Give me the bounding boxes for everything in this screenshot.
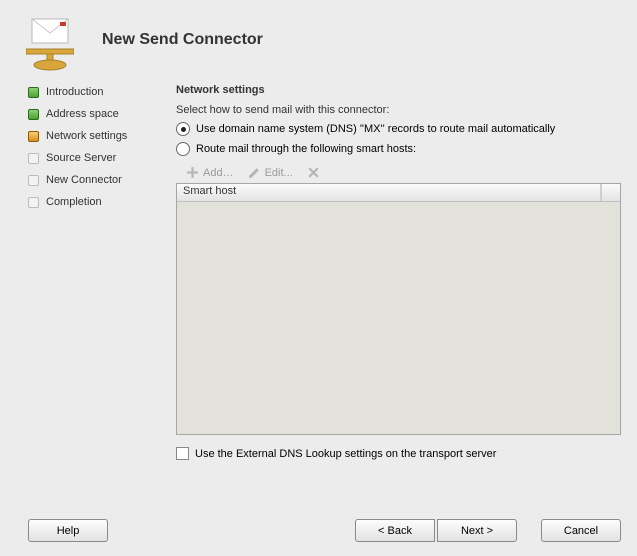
smart-host-list[interactable]: Smart host (176, 183, 621, 435)
checkbox-icon (176, 447, 189, 460)
sidebar-item-label: New Connector (46, 174, 122, 186)
step-indicator-done-icon (28, 109, 39, 120)
sidebar-item-address-space[interactable]: Address space (28, 108, 176, 120)
wizard-footer: Help < Back Next > Cancel (0, 519, 637, 542)
list-header: Smart host (177, 184, 620, 202)
step-indicator-done-icon (28, 87, 39, 98)
checkbox-label: Use the External DNS Lookup settings on … (195, 448, 496, 460)
back-button[interactable]: < Back (355, 519, 435, 542)
wizard-header: New Send Connector (0, 0, 637, 80)
step-indicator-active-icon (28, 131, 39, 142)
sidebar-item-label: Source Server (46, 152, 116, 164)
sidebar-item-new-connector[interactable]: New Connector (28, 174, 176, 186)
x-icon (307, 166, 320, 179)
step-indicator-todo-icon (28, 175, 39, 186)
radio-icon (176, 122, 190, 136)
wizard-body: Introduction Address space Network setti… (0, 80, 637, 494)
radio-label: Use domain name system (DNS) ''MX'' reco… (196, 123, 555, 135)
external-dns-checkbox[interactable]: Use the External DNS Lookup settings on … (176, 447, 621, 460)
sidebar-item-label: Address space (46, 108, 119, 120)
smart-host-toolbar: Add… Edit... (176, 162, 621, 183)
wizard-window: New Send Connector Introduction Address … (0, 0, 637, 556)
toolbar-label: Edit... (265, 167, 293, 179)
sidebar-item-completion[interactable]: Completion (28, 196, 176, 208)
step-sidebar: Introduction Address space Network setti… (28, 80, 176, 494)
step-indicator-todo-icon (28, 153, 39, 164)
step-indicator-todo-icon (28, 197, 39, 208)
next-button[interactable]: Next > (437, 519, 517, 542)
edit-button[interactable]: Edit... (248, 166, 293, 179)
radio-icon (176, 142, 190, 156)
content-title: Network settings (176, 84, 621, 96)
sidebar-item-source-server[interactable]: Source Server (28, 152, 176, 164)
content-subtitle: Select how to send mail with this connec… (176, 104, 621, 116)
mail-connector-icon (26, 15, 74, 75)
nav-button-group: < Back Next > (355, 519, 517, 542)
column-header[interactable]: Smart host (177, 184, 601, 201)
radio-label: Route mail through the following smart h… (196, 143, 416, 155)
add-button[interactable]: Add… (186, 166, 234, 179)
pencil-icon (248, 166, 261, 179)
remove-button[interactable] (307, 166, 320, 179)
plus-icon (186, 166, 199, 179)
help-button[interactable]: Help (28, 519, 108, 542)
cancel-button[interactable]: Cancel (541, 519, 621, 542)
column-spacer (601, 184, 620, 201)
wizard-title: New Send Connector (102, 31, 263, 49)
content-pane: Network settings Select how to send mail… (176, 80, 621, 494)
radio-smart-hosts[interactable]: Route mail through the following smart h… (176, 142, 621, 156)
sidebar-item-label: Network settings (46, 130, 127, 142)
sidebar-item-introduction[interactable]: Introduction (28, 86, 176, 98)
radio-dns-mx[interactable]: Use domain name system (DNS) ''MX'' reco… (176, 122, 621, 136)
sidebar-item-label: Introduction (46, 86, 103, 98)
toolbar-label: Add… (203, 167, 234, 179)
sidebar-item-label: Completion (46, 196, 102, 208)
sidebar-item-network-settings[interactable]: Network settings (28, 130, 176, 142)
